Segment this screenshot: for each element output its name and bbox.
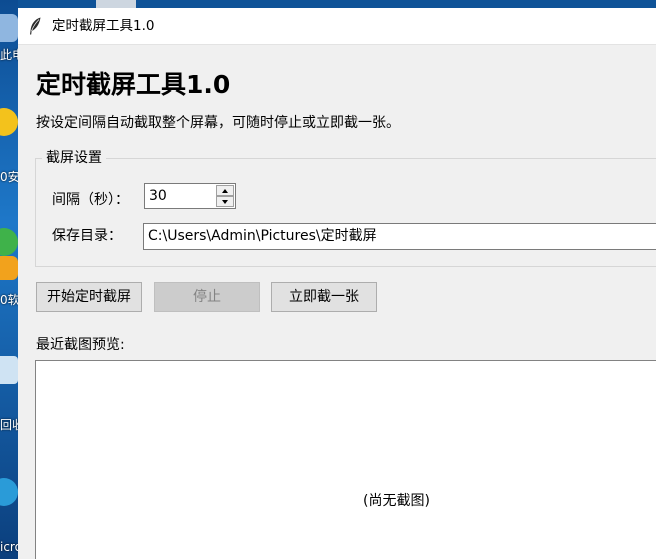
page-title: 定时截屏工具1.0 [36,70,231,99]
preview-empty-text: (尚无截图) [363,493,430,509]
interval-label: 间隔（秒）： [52,192,129,208]
security-app-icon[interactable] [0,108,18,136]
preview-area [35,360,656,559]
settings-group-title: 截屏设置 [42,149,106,167]
page-description: 按设定间隔自动截取整个屏幕，可随时停止或立即截一张。 [36,115,400,131]
stop-button[interactable]: 停止 [154,282,260,312]
arrow-down-icon [222,199,228,204]
feather-icon [30,17,41,35]
arrow-up-icon [222,188,228,193]
software-manager-icon-accent [0,256,18,280]
settings-group [35,158,656,267]
desktop-background: 此电 0安 0软 回收 icro [0,0,18,559]
title-bar[interactable]: 定时截屏工具1.0 [18,8,656,45]
interval-increment-button[interactable] [216,185,234,196]
app-window: 定时截屏工具1.0 定时截屏工具1.0 按设定间隔自动截取整个屏幕，可随时停止或… [18,8,656,559]
software-manager-icon[interactable] [0,228,18,256]
preview-label: 最近截图预览: [36,337,125,353]
desktop-label-this-pc[interactable]: 此电 [0,48,18,62]
interval-spinbox[interactable]: 30 [144,183,236,209]
desktop-top-strip [0,0,656,8]
this-pc-icon[interactable] [0,14,18,42]
interval-value[interactable]: 30 [149,187,167,205]
recycle-bin-icon[interactable] [0,356,18,384]
save-dir-label: 保存目录： [52,228,122,244]
start-capture-button[interactable]: 开始定时截屏 [36,282,142,312]
desktop-label-security[interactable]: 0安 [0,170,18,184]
interval-decrement-button[interactable] [216,196,234,207]
window-title: 定时截屏工具1.0 [52,18,155,34]
desktop-label-edge[interactable]: icro [0,540,18,554]
capture-now-button[interactable]: 立即截一张 [271,282,377,312]
desktop-label-software[interactable]: 0软 [0,293,18,307]
background-window-tab [96,0,136,8]
save-dir-input[interactable]: C:\Users\Admin\Pictures\定时截屏 [143,223,656,250]
desktop-label-recycle-bin[interactable]: 回收 [0,418,18,432]
edge-browser-icon[interactable] [0,478,18,506]
